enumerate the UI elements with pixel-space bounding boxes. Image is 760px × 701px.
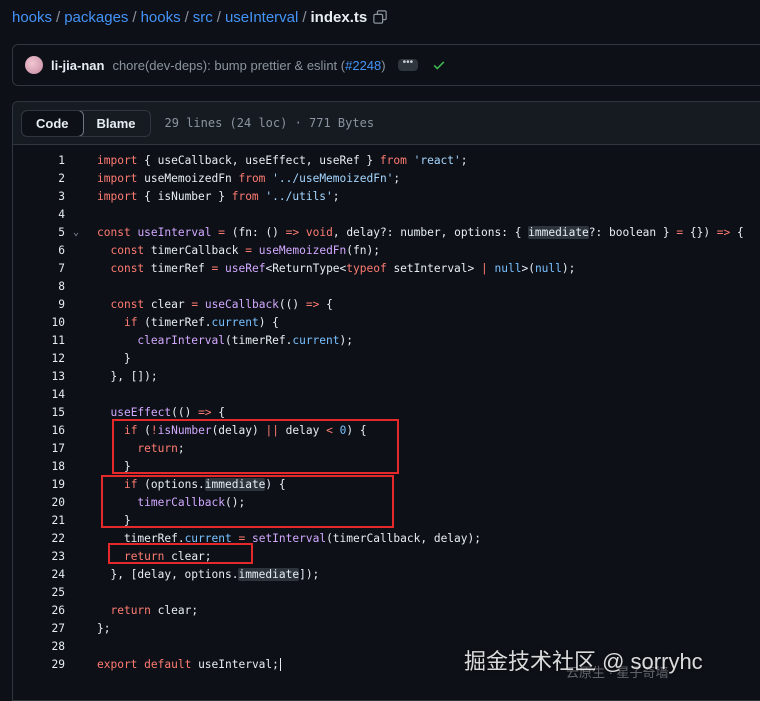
code-tab[interactable]: Code — [21, 110, 84, 136]
breadcrumb-link-hooks-pkg[interactable]: hooks — [141, 9, 181, 26]
breadcrumb-separator: / — [184, 8, 189, 26]
breadcrumb-link-useinterval[interactable]: useInterval — [225, 9, 298, 26]
breadcrumb-separator: / — [302, 8, 307, 26]
commit-message[interactable]: chore(dev-deps): bump prettier & eslint … — [112, 58, 385, 73]
latest-commit-bar: li-jia-nan chore(dev-deps): bump prettie… — [12, 44, 760, 86]
view-switcher: Code Blame — [21, 109, 151, 137]
breadcrumb-separator: / — [132, 8, 137, 26]
author-avatar[interactable] — [25, 56, 43, 74]
breadcrumb-link-src[interactable]: src — [193, 9, 213, 26]
watermark-subtext: 云原生 · 星子奇墙 — [566, 665, 669, 680]
annotation-box-delay-check — [112, 419, 399, 474]
breadcrumb-link-hooks[interactable]: hooks — [12, 9, 52, 26]
breadcrumb-separator: / — [216, 8, 221, 26]
breadcrumb: hooks / packages / hooks / src / useInte… — [12, 5, 387, 29]
copy-path-icon[interactable] — [373, 10, 387, 24]
file-viewer: Code Blame 29 lines (24 loc) · 771 Bytes… — [12, 101, 760, 701]
breadcrumb-link-packages[interactable]: packages — [64, 9, 128, 26]
expand-commit-button[interactable]: ••• — [397, 58, 419, 71]
annotation-box-return-clear — [108, 543, 253, 564]
file-toolbar: Code Blame 29 lines (24 loc) · 771 Bytes — [13, 102, 760, 145]
breadcrumb-separator: / — [56, 8, 61, 26]
annotation-box-immediate — [101, 475, 394, 528]
commit-author[interactable]: li-jia-nan — [51, 58, 104, 73]
blame-tab[interactable]: Blame — [83, 111, 150, 136]
fold-chevron-icon[interactable]: ⌄ — [73, 224, 79, 242]
pr-link[interactable]: #2248 — [345, 58, 381, 73]
file-info: 29 lines (24 loc) · 771 Bytes — [164, 116, 375, 130]
breadcrumb-file-name: index.ts — [310, 8, 368, 26]
check-icon — [432, 58, 446, 72]
